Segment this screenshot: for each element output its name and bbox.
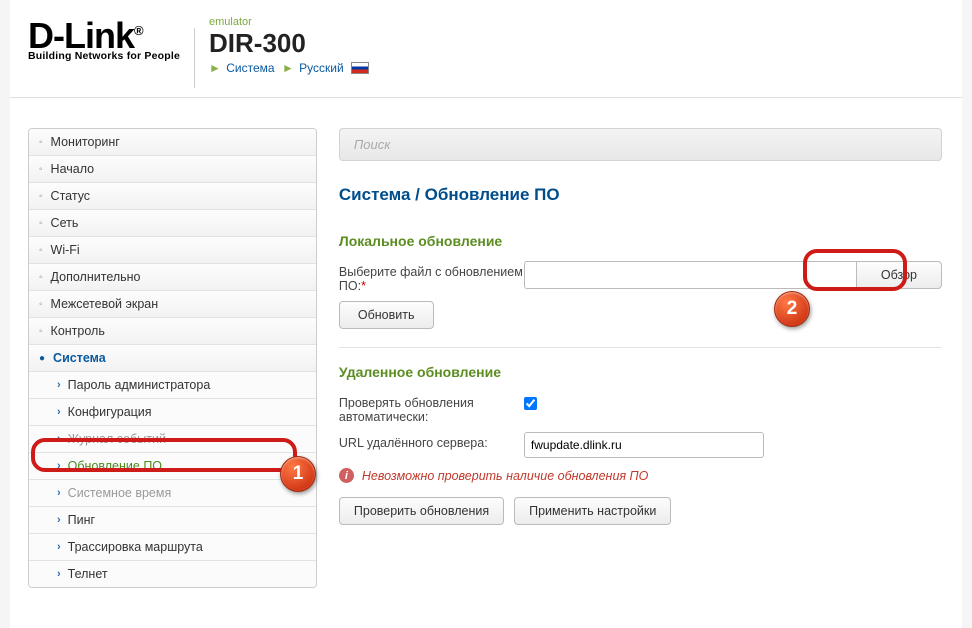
crumb-system[interactable]: Система — [226, 61, 274, 75]
check-updates-button[interactable]: Проверить обновления — [339, 497, 504, 525]
sidebar-sub-admin-password[interactable]: ›Пароль администратора — [29, 372, 316, 399]
chevron-right-icon: › — [57, 514, 61, 526]
sidebar: ◦Мониторинг ◦Начало ◦Статус ◦Сеть ◦Wi-Fi… — [28, 128, 317, 588]
chevron-right-icon: › — [57, 568, 61, 580]
chevron-right-icon: › — [57, 487, 61, 499]
model-block: emulator DIR-300 ► Система ► Русский — [209, 8, 369, 75]
update-button[interactable]: Обновить — [339, 301, 434, 329]
logo-tagline: Building Networks for People — [28, 50, 180, 62]
chevron-right-icon: › — [57, 406, 61, 418]
logo: D-Link® Building Networks for People — [28, 20, 180, 62]
crumb-language[interactable]: Русский — [299, 61, 344, 75]
emulator-label: emulator — [209, 16, 369, 28]
sidebar-sub-firmware-update[interactable]: ›Обновление ПО — [29, 453, 316, 480]
bullet-icon: ◦ — [39, 218, 43, 229]
chevron-right-icon: › — [57, 541, 61, 553]
auto-check-label: Проверять обновления автоматически: — [339, 392, 524, 424]
sidebar-item-monitoring[interactable]: ◦Мониторинг — [29, 129, 316, 156]
bullet-icon: ◦ — [39, 164, 43, 175]
browse-button[interactable]: Обзор — [856, 261, 942, 289]
section-heading-local: Локальное обновление — [339, 233, 942, 249]
file-label: Выберите файл с обновлением ПО:* — [339, 261, 524, 293]
bullet-icon: ◦ — [39, 245, 43, 256]
main-panel: Поиск Система / Обновление ПО Локальное … — [339, 128, 962, 525]
model-name: DIR-300 — [209, 28, 369, 59]
header-divider — [194, 28, 195, 88]
apply-settings-button[interactable]: Применить настройки — [514, 497, 671, 525]
chevron-right-icon: › — [57, 433, 61, 445]
sidebar-item-firewall[interactable]: ◦Межсетевой экран — [29, 291, 316, 318]
bullet-icon: ● — [39, 353, 45, 364]
chevron-right-icon: › — [57, 460, 61, 472]
bullet-icon: ◦ — [39, 326, 43, 337]
sidebar-sub-traceroute[interactable]: ›Трассировка маршрута — [29, 534, 316, 561]
bullet-icon: ◦ — [39, 272, 43, 283]
flag-ru-icon[interactable] — [351, 62, 369, 74]
auto-check-checkbox[interactable] — [524, 397, 537, 410]
sidebar-sub-config[interactable]: ›Конфигурация — [29, 399, 316, 426]
bullet-icon: ◦ — [39, 299, 43, 310]
breadcrumb: ► Система ► Русский — [209, 61, 369, 75]
chevron-right-icon: › — [57, 379, 61, 391]
sidebar-item-system[interactable]: ●Система — [29, 345, 316, 372]
section-local-update: Локальное обновление Выберите файл с обн… — [339, 233, 942, 329]
warning-icon: i — [339, 468, 354, 483]
section-heading-remote: Удаленное обновление — [339, 364, 942, 380]
sidebar-sub-systime[interactable]: ›Системное время — [29, 480, 316, 507]
sidebar-sub-eventlog[interactable]: ›Журнал событий — [29, 426, 316, 453]
bullet-icon: ◦ — [39, 137, 43, 148]
logo-text: D-Link® — [28, 20, 180, 52]
chevron-right-icon: ► — [282, 61, 294, 75]
page-title: Система / Обновление ПО — [339, 185, 942, 205]
chevron-right-icon: ► — [209, 61, 221, 75]
header: D-Link® Building Networks for People emu… — [10, 0, 962, 98]
remote-url-input[interactable] — [524, 432, 764, 458]
sidebar-item-start[interactable]: ◦Начало — [29, 156, 316, 183]
sidebar-item-wifi[interactable]: ◦Wi-Fi — [29, 237, 316, 264]
sidebar-sub-telnet[interactable]: ›Телнет — [29, 561, 316, 587]
search-input[interactable]: Поиск — [339, 128, 942, 161]
bullet-icon: ◦ — [39, 191, 43, 202]
section-remote-update: Удаленное обновление Проверять обновлени… — [339, 364, 942, 525]
remote-url-label: URL удалённого сервера: — [339, 432, 524, 450]
file-path-input[interactable] — [524, 261, 856, 289]
sidebar-item-control[interactable]: ◦Контроль — [29, 318, 316, 345]
section-divider — [339, 347, 942, 348]
sidebar-item-network[interactable]: ◦Сеть — [29, 210, 316, 237]
sidebar-item-advanced[interactable]: ◦Дополнительно — [29, 264, 316, 291]
sidebar-sub-ping[interactable]: ›Пинг — [29, 507, 316, 534]
sidebar-item-status[interactable]: ◦Статус — [29, 183, 316, 210]
warning-text: Невозможно проверить наличие обновления … — [362, 469, 648, 483]
